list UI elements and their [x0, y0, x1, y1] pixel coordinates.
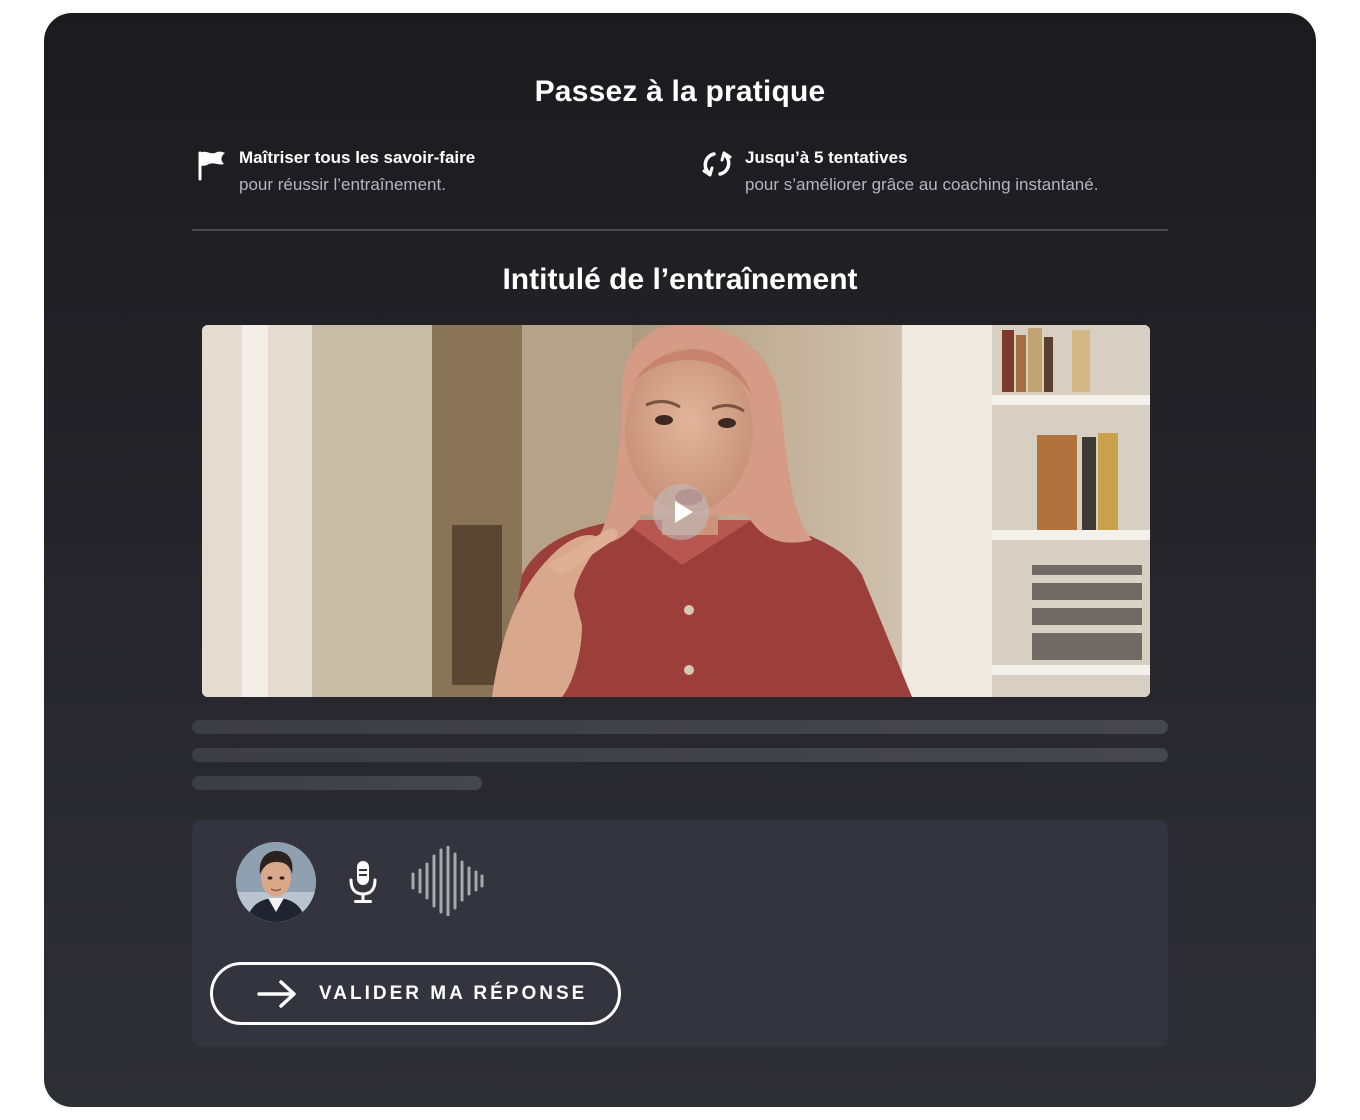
text-placeholder — [192, 720, 1168, 734]
text-placeholder — [192, 748, 1168, 762]
feature-mastery: Maîtriser tous les savoir-faire pour réu… — [194, 147, 475, 196]
feature-attempts: Jusqu’à 5 tentatives pour s’améliorer gr… — [700, 147, 1098, 196]
user-avatar — [236, 842, 316, 922]
page-title: Passez à la pratique — [534, 75, 826, 108]
arrow-right-icon — [257, 979, 296, 1008]
validate-answer-button[interactable]: VALIDER MA RÉPONSE — [210, 962, 621, 1025]
flag-icon — [198, 151, 225, 181]
video-player[interactable] — [202, 325, 1150, 697]
refresh-icon — [702, 151, 732, 177]
practice-card: Passez à la pratique Maîtriser tous les … — [44, 13, 1316, 1107]
play-icon[interactable] — [653, 484, 709, 540]
exercise-title: Intitulé de l’entraînement — [502, 263, 858, 296]
audio-waveform-icon — [411, 846, 484, 916]
text-placeholder — [192, 776, 482, 790]
feature-title: Maîtriser tous les savoir-faire — [239, 148, 476, 167]
feature-description: pour réussir l’entraînement. — [239, 175, 446, 194]
feature-description: pour s’améliorer grâce au coaching insta… — [745, 175, 1099, 194]
validate-answer-label: VALIDER MA RÉPONSE — [319, 982, 588, 1004]
microphone-icon[interactable] — [348, 860, 378, 904]
divider — [192, 229, 1168, 231]
feature-title: Jusqu’à 5 tentatives — [745, 148, 908, 167]
answer-panel: VALIDER MA RÉPONSE — [192, 820, 1168, 1047]
